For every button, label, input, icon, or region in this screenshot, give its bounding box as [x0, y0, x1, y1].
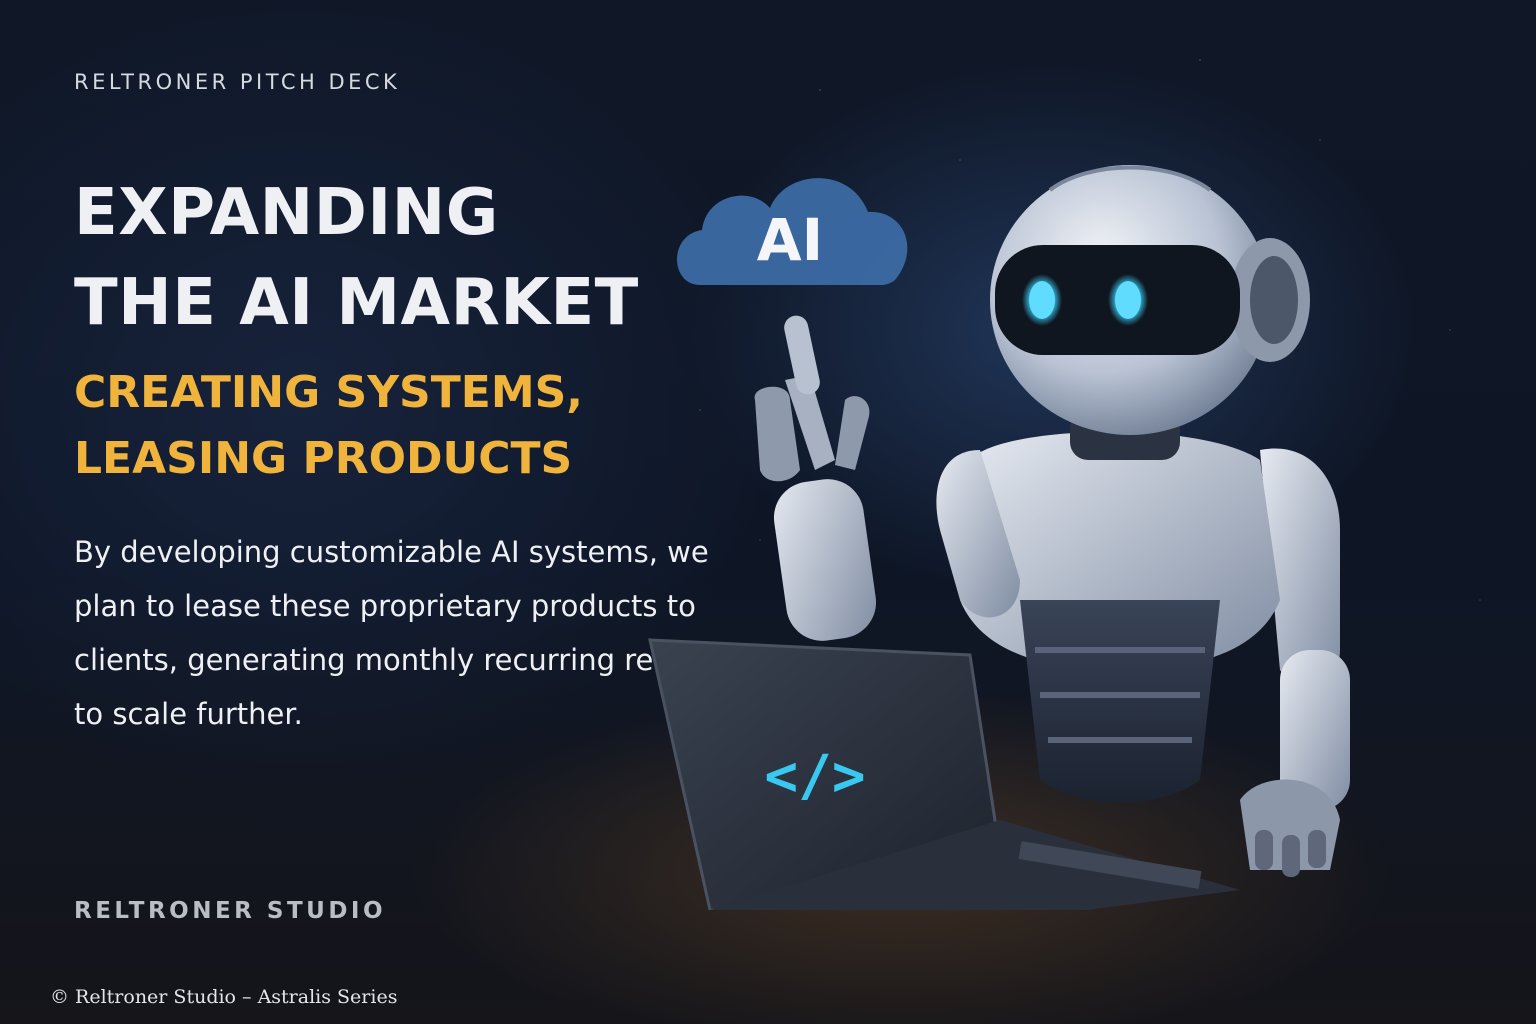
studio-label: RELTRONER STUDIO — [74, 898, 387, 924]
deck-eyebrow: RELTRONER PITCH DECK — [74, 70, 401, 94]
headline-line-1: EXPANDING — [74, 176, 499, 250]
code-icon: </> — [764, 744, 865, 809]
cloud-ai-label: AI — [757, 206, 823, 274]
robot-head — [990, 165, 1310, 435]
subhead-line-2: LEASING PRODUCTS — [74, 433, 573, 484]
robot-torso — [960, 431, 1280, 803]
slide: RELTRONER PITCH DECK EXPANDING THE AI MA… — [0, 0, 1536, 1024]
robot-left-arm — [754, 315, 1020, 641]
robot-illustration: AI </> — [648, 165, 1350, 910]
copyright-notice: © Reltroner Studio – Astralis Series — [50, 986, 398, 1008]
slide-headline: EXPANDING THE AI MARKET — [74, 168, 639, 348]
headline-line-2: THE AI MARKET — [74, 266, 639, 340]
slide-subheadline: CREATING SYSTEMS, LEASING PRODUCTS — [74, 360, 583, 492]
subhead-line-1: CREATING SYSTEMS, — [74, 367, 584, 418]
